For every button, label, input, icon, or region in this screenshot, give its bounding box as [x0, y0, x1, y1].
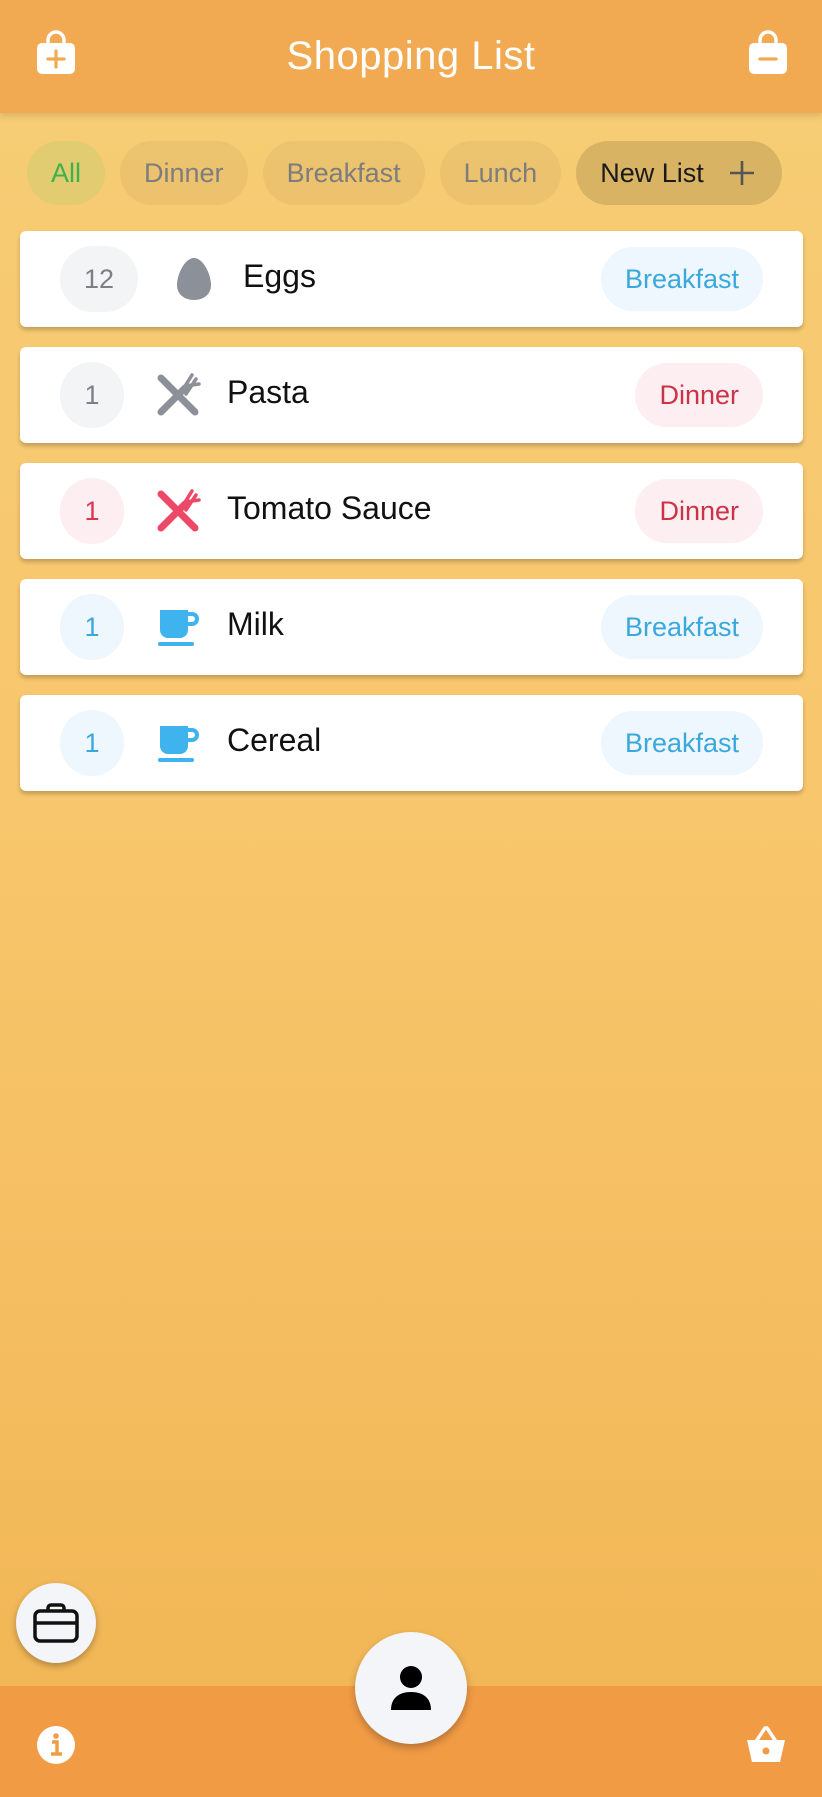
category-tag[interactable]: Breakfast [600, 247, 763, 311]
list-item[interactable]: 1 Cereal Breakfast [20, 695, 803, 791]
list-item[interactable]: 1 Pasta Dinner [20, 347, 803, 443]
filter-chip-dinner[interactable]: Dinner [120, 141, 248, 205]
page-title: Shopping List [286, 34, 536, 78]
user-icon [391, 1666, 431, 1710]
item-name: Eggs [243, 258, 316, 294]
category-tag[interactable]: Breakfast [600, 595, 763, 659]
remove-from-bag-button[interactable] [746, 30, 790, 76]
quantity-badge: 1 [60, 594, 124, 660]
quantity-badge: 1 [60, 710, 124, 776]
bag-minus-icon [749, 30, 787, 74]
bag-plus-icon [37, 30, 75, 74]
basket-icon [747, 1726, 785, 1762]
egg-icon [170, 255, 218, 303]
quantity-badge: 1 [60, 478, 124, 544]
add-to-bag-button[interactable] [34, 30, 78, 76]
new-list-button[interactable]: New List [576, 141, 782, 205]
list-item[interactable]: 1 Tomato Sauce Dinner [20, 463, 803, 559]
filter-chip-all[interactable]: All [27, 141, 106, 205]
list-item[interactable]: 12 Eggs Breakfast [20, 231, 803, 327]
info-button[interactable] [34, 1723, 78, 1767]
shopping-list: 12 Eggs Breakfast 1 Pasta Dinner 1 Tomat… [20, 231, 803, 811]
filter-chip-breakfast[interactable]: Breakfast [262, 141, 425, 205]
plus-icon [729, 161, 754, 185]
new-list-label: New List [600, 157, 704, 188]
info-icon [37, 1726, 75, 1764]
app-header: Shopping List [0, 0, 822, 113]
cup-icon [154, 603, 202, 651]
category-tag[interactable]: Breakfast [600, 711, 763, 775]
list-filter-bar: All Dinner Breakfast Lunch New List [27, 140, 802, 206]
briefcase-button[interactable] [16, 1583, 96, 1663]
quantity-badge: 1 [60, 362, 124, 428]
item-name: Tomato Sauce [227, 490, 432, 526]
item-name: Cereal [227, 722, 322, 758]
briefcase-icon [33, 1603, 79, 1643]
utensils-icon [154, 487, 202, 535]
filter-chip-lunch[interactable]: Lunch [439, 141, 562, 205]
cup-icon [154, 719, 202, 767]
basket-button[interactable] [744, 1723, 788, 1767]
category-tag[interactable]: Dinner [635, 363, 763, 427]
item-name: Milk [227, 606, 284, 642]
category-tag[interactable]: Dinner [635, 479, 763, 543]
list-item[interactable]: 1 Milk Breakfast [20, 579, 803, 675]
quantity-badge: 12 [60, 246, 138, 312]
profile-button[interactable] [355, 1632, 467, 1744]
item-name: Pasta [227, 374, 309, 410]
utensils-icon [154, 371, 202, 419]
